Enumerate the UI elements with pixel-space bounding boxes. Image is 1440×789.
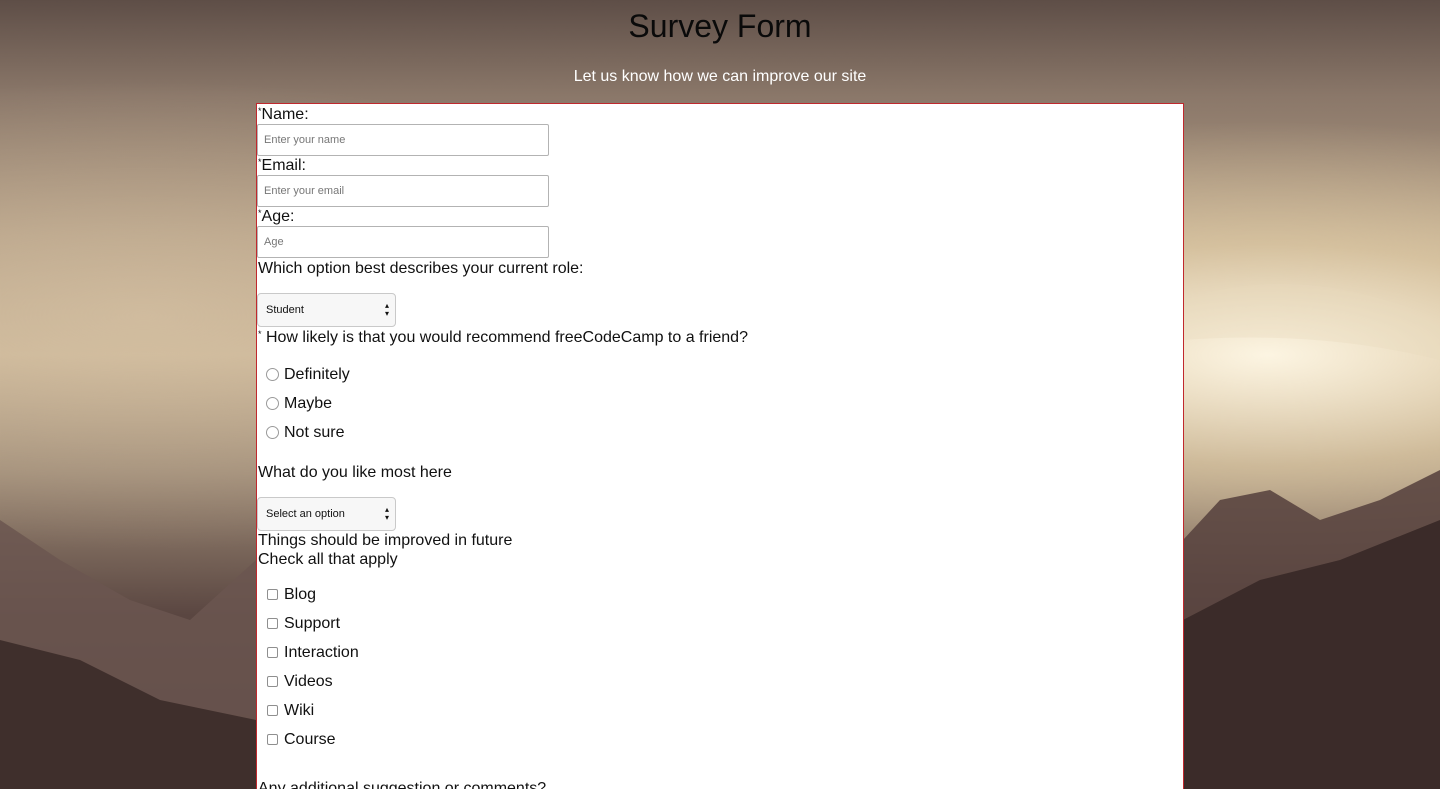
role-label: Which option best describes your current… bbox=[258, 260, 584, 277]
improve-field-group: Things should be improved in future Chec… bbox=[257, 531, 1183, 754]
like-most-select[interactable]: Select an option ▴ ▾ bbox=[257, 497, 396, 531]
age-label: *Age: bbox=[258, 208, 295, 225]
recommend-options: Definitely Maybe Not sure bbox=[257, 360, 1183, 447]
role-select[interactable]: Student ▴ ▾ bbox=[257, 293, 396, 327]
checkbox-option-videos[interactable]: Videos bbox=[257, 667, 1183, 696]
radio-option-maybe[interactable]: Maybe bbox=[257, 389, 1183, 418]
checkbox[interactable] bbox=[267, 734, 278, 745]
recommend-label: * How likely is that you would recommend… bbox=[258, 329, 748, 346]
survey-form: *Name: *Email: *Age: Which option best d… bbox=[256, 103, 1184, 789]
checkbox-option-course[interactable]: Course bbox=[257, 725, 1183, 754]
name-input[interactable] bbox=[257, 124, 549, 156]
checkbox[interactable] bbox=[267, 676, 278, 687]
name-field-group: *Name: bbox=[257, 105, 1183, 156]
checkbox-option-wiki[interactable]: Wiki bbox=[257, 696, 1183, 725]
like-most-select-value: Select an option bbox=[266, 508, 345, 520]
improve-label: Things should be improved in future bbox=[258, 532, 513, 549]
radio-button[interactable] bbox=[266, 397, 279, 410]
chevron-down-icon: ▾ bbox=[384, 309, 389, 318]
checkbox-option-support[interactable]: Support bbox=[257, 609, 1183, 638]
age-field-group: *Age: bbox=[257, 207, 1183, 258]
checkbox[interactable] bbox=[267, 618, 278, 629]
email-label: *Email: bbox=[258, 157, 306, 174]
email-input[interactable] bbox=[257, 175, 549, 207]
role-select-value: Student bbox=[266, 304, 304, 316]
page-header: Survey Form Let us know how we can impro… bbox=[0, 0, 1440, 86]
comments-label: Any additional suggestion or comments? bbox=[258, 780, 547, 789]
page-title: Survey Form bbox=[628, 8, 812, 44]
page-subtitle: Let us know how we can improve our site bbox=[573, 68, 867, 85]
name-label: *Name: bbox=[258, 106, 309, 123]
age-input[interactable] bbox=[257, 226, 549, 258]
improve-options: Blog Support Interaction Videos Wiki Cou… bbox=[257, 580, 1183, 754]
like-most-label: What do you like most here bbox=[258, 464, 452, 481]
checkbox[interactable] bbox=[267, 589, 278, 600]
recommend-field-group: * How likely is that you would recommend… bbox=[257, 328, 1183, 447]
like-most-field-group: What do you like most here Select an opt… bbox=[257, 463, 1183, 531]
radio-option-not-sure[interactable]: Not sure bbox=[257, 418, 1183, 447]
checkbox[interactable] bbox=[267, 705, 278, 716]
radio-button[interactable] bbox=[266, 426, 279, 439]
email-field-group: *Email: bbox=[257, 156, 1183, 207]
radio-button[interactable] bbox=[266, 368, 279, 381]
radio-option-definitely[interactable]: Definitely bbox=[257, 360, 1183, 389]
role-field-group: Which option best describes your current… bbox=[257, 259, 1183, 327]
improve-sublabel: Check all that apply bbox=[258, 551, 398, 568]
checkbox[interactable] bbox=[267, 647, 278, 658]
checkbox-option-blog[interactable]: Blog bbox=[257, 580, 1183, 609]
comments-field-group: Any additional suggestion or comments? bbox=[257, 779, 1183, 789]
checkbox-option-interaction[interactable]: Interaction bbox=[257, 638, 1183, 667]
chevron-down-icon: ▾ bbox=[384, 513, 389, 522]
